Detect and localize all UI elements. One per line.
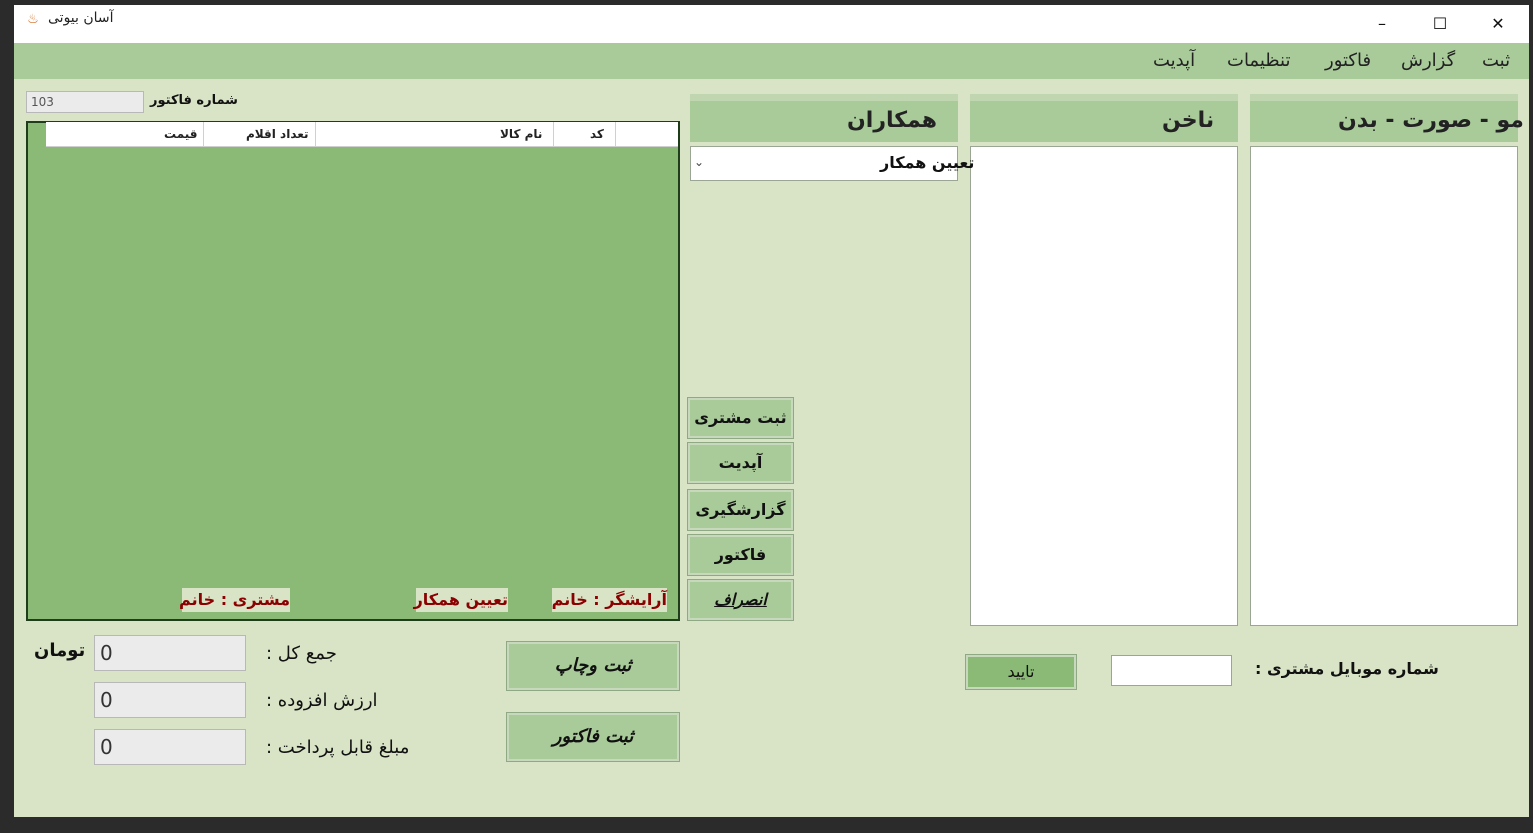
hair-panel-title: مو - صورت - بدن [1338,108,1524,133]
menu-register[interactable]: ثبت [1482,50,1510,71]
menu-bar [14,43,1529,79]
payable-label: مبلغ قابل پرداخت : [266,737,410,758]
confirm-button[interactable]: تایید [965,654,1077,690]
menu-invoice[interactable]: فاکتور [1325,50,1371,71]
stylist-tag: آرایشگر : خانم [552,588,667,612]
invoice-number-field[interactable]: 103 [26,91,144,113]
column-separator [615,122,616,147]
column-header-product-name[interactable]: نام کالا [500,127,542,141]
update-button[interactable]: آپدیت [687,442,794,484]
cancel-button[interactable]: انصراف [687,579,794,621]
close-icon[interactable]: ✕ [1469,5,1527,43]
hair-services-list[interactable] [1250,146,1518,626]
column-header-code[interactable]: کد [590,127,604,141]
grid-header [46,122,678,147]
minimize-icon[interactable]: – [1353,5,1411,43]
save-invoice-button[interactable]: ثبت فاکتور [506,712,680,762]
chevron-down-icon[interactable]: ⌄ [694,155,704,169]
column-separator [553,122,554,147]
title-bar [14,5,1529,43]
column-header-price[interactable]: قیمت [164,127,198,141]
colleague-select-value: تعیین همکار [880,153,975,172]
invoice-items-grid[interactable] [26,121,680,621]
menu-update[interactable]: آپدیت [1153,50,1195,71]
column-separator [315,122,316,147]
menu-settings[interactable]: تنظیمات [1227,50,1290,71]
invoice-number-label: شماره فاکتور [150,93,238,108]
assign-colleague-tag[interactable]: تعیین همکار [414,588,508,612]
window-title: آسان بیوتی [48,10,114,26]
currency-label: تومان [34,640,86,661]
column-header-quantity[interactable]: تعداد اقلام [246,127,309,141]
payable-field[interactable]: 0 [94,729,246,765]
total-field[interactable]: 0 [94,635,246,671]
mobile-label: شماره موبایل مشتری : [1255,659,1439,678]
save-print-button[interactable]: ثبت وچاپ [506,641,680,691]
colleagues-panel-title: همکاران [847,108,938,133]
nail-services-list[interactable] [970,146,1238,626]
total-label: جمع کل : [266,643,337,664]
vat-field[interactable]: 0 [94,682,246,718]
register-customer-button[interactable]: ثبت مشتری [687,397,794,439]
invoice-button[interactable]: فاکتور [687,534,794,576]
reports-button[interactable]: گزارشگیری [687,489,794,531]
nail-panel-title: ناخن [1162,108,1215,133]
vat-label: ارزش افزوده : [266,690,378,711]
maximize-icon[interactable]: ☐ [1411,5,1469,43]
beauty-app-icon: ♨ [27,12,39,27]
column-separator [203,122,204,147]
mobile-input[interactable] [1111,655,1232,686]
menu-report[interactable]: گزارش [1401,50,1455,71]
customer-tag: مشتری : خانم [179,588,290,612]
